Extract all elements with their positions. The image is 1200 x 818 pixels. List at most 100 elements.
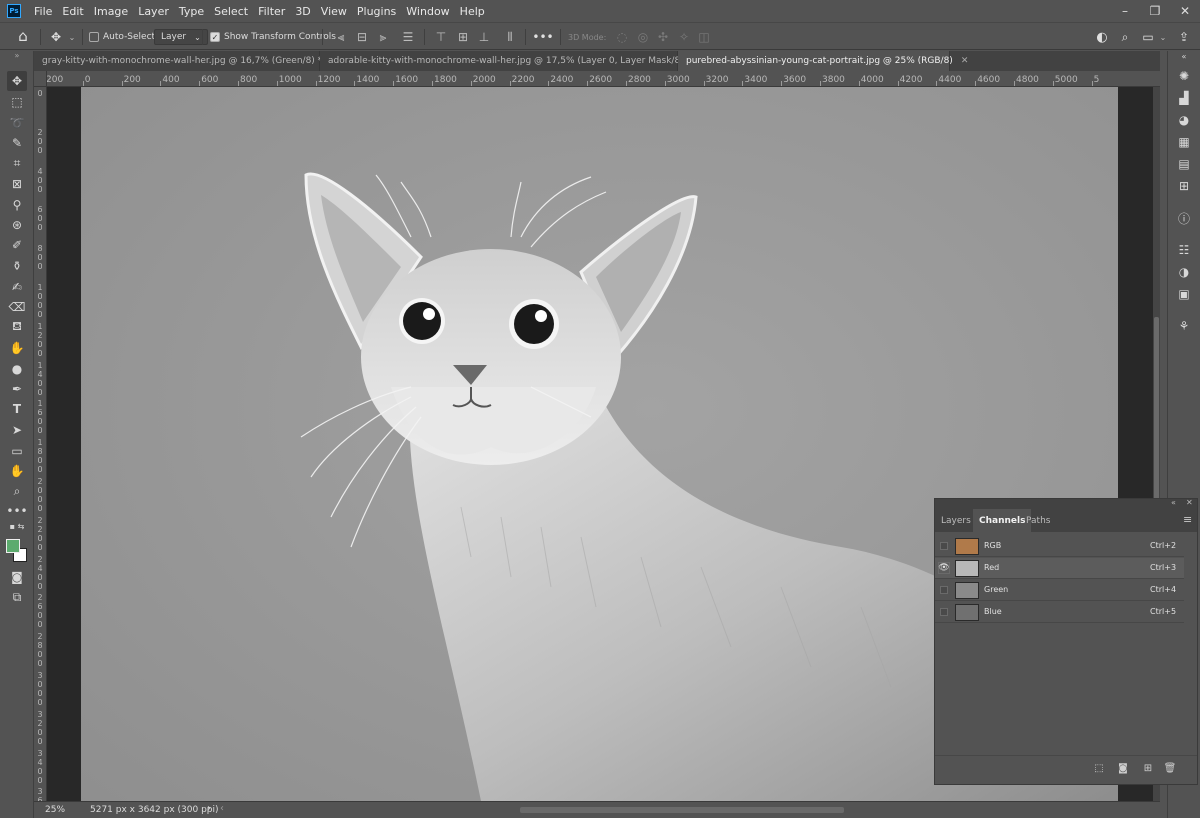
save-selection-icon[interactable]: ◙ <box>1117 762 1129 774</box>
menu-layer[interactable]: Layer <box>133 5 174 18</box>
lasso-tool-icon[interactable]: ➰ <box>7 113 27 133</box>
dodge-tool-icon[interactable]: ● <box>7 359 27 379</box>
channel-row-green[interactable]: Green Ctrl+4 <box>935 580 1184 601</box>
tab-layers[interactable]: Layers <box>935 509 977 532</box>
orbit-3d-icon[interactable]: ◌ <box>614 29 630 45</box>
document-tab-adorable-kitty[interactable]: adorable-kitty-with-monochrome-wall-her.… <box>320 51 707 71</box>
collapse-panel-icon[interactable]: « <box>1174 51 1194 61</box>
quick-mask-icon[interactable]: ◙ <box>7 567 27 587</box>
healing-brush-tool-icon[interactable]: ⊛ <box>7 215 27 235</box>
default-colors-icon[interactable]: ▪ ⇆ <box>7 521 27 531</box>
patterns-icon[interactable]: ⊞ <box>1174 177 1194 195</box>
blur-tool-icon[interactable]: ✋ <box>7 338 27 358</box>
document-tab-abyssinian-cat[interactable]: purebred-abyssinian-young-cat-portrait.j… <box>678 51 968 71</box>
load-selection-icon[interactable]: ⬚ <box>1093 762 1105 774</box>
scale-3d-icon[interactable]: ◫ <box>696 29 712 45</box>
distribute-vertical-icon[interactable]: ☰ <box>400 29 416 45</box>
eraser-tool-icon[interactable]: ⌫ <box>7 297 27 317</box>
paint-bucket-tool-icon[interactable]: ⛾ <box>7 317 27 337</box>
gradients-icon[interactable]: ▤ <box>1174 155 1194 173</box>
align-bottom-icon[interactable]: ⊥ <box>476 29 492 45</box>
rectangle-tool-icon[interactable]: ▭ <box>7 441 27 461</box>
share-user-icon[interactable]: ◐ <box>1094 29 1110 45</box>
ruler-origin[interactable] <box>34 71 47 87</box>
panel-menu-icon[interactable]: ≡ <box>1183 513 1192 526</box>
brush-settings-icon[interactable]: ⚘ <box>1174 317 1194 335</box>
menu-help[interactable]: Help <box>455 5 490 18</box>
brightness-icon[interactable]: ✺ <box>1174 67 1194 85</box>
tab-paths[interactable]: Paths <box>1020 509 1056 532</box>
frame-tool-icon[interactable]: ⊠ <box>7 174 27 194</box>
menu-3d[interactable]: 3D <box>290 5 315 18</box>
chevron-down-icon[interactable]: ⌄ <box>64 29 80 45</box>
chevron-down-icon[interactable]: ⌄ <box>1155 29 1171 45</box>
search-icon[interactable]: ⌕ <box>1117 29 1133 45</box>
distribute-horizontal-icon[interactable]: ⦀ <box>502 29 518 45</box>
auto-select-checkbox[interactable]: Auto-Select: <box>89 28 158 46</box>
chevron-right-icon[interactable]: › <box>207 803 211 814</box>
magic-wand-tool-icon[interactable]: ✎ <box>7 133 27 153</box>
align-vertical-center-icon[interactable]: ⊞ <box>455 29 471 45</box>
menu-edit[interactable]: Edit <box>57 5 88 18</box>
drag-3d-icon[interactable]: ✣ <box>655 29 671 45</box>
zoom-tool-icon[interactable]: ⌕ <box>7 481 27 501</box>
eye-icon[interactable]: 👁 <box>938 562 950 574</box>
slide-3d-icon[interactable]: ✧ <box>676 29 692 45</box>
visibility-toggle[interactable] <box>940 586 948 594</box>
home-icon[interactable]: ⌂ <box>15 27 31 45</box>
clone-stamp-tool-icon[interactable]: ⚱ <box>7 256 27 276</box>
show-transform-controls-checkbox[interactable]: ✓ Show Transform Controls <box>210 28 336 46</box>
history-brush-tool-icon[interactable]: ✍ <box>7 277 27 297</box>
menu-window[interactable]: Window <box>401 5 454 18</box>
align-left-icon[interactable]: ⫷ <box>333 29 349 45</box>
menu-file[interactable]: File <box>29 5 57 18</box>
brush-tool-icon[interactable]: ✐ <box>7 235 27 255</box>
share-icon[interactable]: ⇪ <box>1176 29 1192 45</box>
channel-row-red[interactable]: 👁 Red Ctrl+3 <box>935 558 1184 579</box>
visibility-toggle[interactable] <box>940 608 948 616</box>
new-channel-icon[interactable]: ⊞ <box>1142 762 1154 774</box>
align-top-icon[interactable]: ⊤ <box>433 29 449 45</box>
menu-select[interactable]: Select <box>209 5 253 18</box>
minimize-icon[interactable]: – <box>1110 0 1140 22</box>
roll-3d-icon[interactable]: ◎ <box>635 29 651 45</box>
align-horizontal-center-icon[interactable]: ⊟ <box>354 29 370 45</box>
menu-view[interactable]: View <box>316 5 352 18</box>
move-tool-preset-icon[interactable]: ✥ <box>48 29 64 45</box>
move-tool-icon[interactable]: ✥ <box>7 71 27 91</box>
adjustments-icon[interactable]: ◑ <box>1174 263 1194 281</box>
restore-icon[interactable]: ❐ <box>1140 0 1170 22</box>
crop-tool-icon[interactable]: ⌗ <box>7 153 27 173</box>
histogram-icon[interactable]: ▟ <box>1174 89 1194 107</box>
document-tab-gray-kitty[interactable]: gray-kitty-with-monochrome-wall-her.jpg … <box>34 51 338 71</box>
color-palette-icon[interactable]: ◕ <box>1174 111 1194 129</box>
trash-icon[interactable]: 🗑 <box>1164 762 1177 774</box>
collapse-panel-icon[interactable]: « <box>1171 498 1176 507</box>
menu-plugins[interactable]: Plugins <box>352 5 401 18</box>
vertical-ruler[interactable]: 0 200 400 600 800 1000 1200 1400 1600 1800 2000 220… <box>34 87 47 801</box>
visibility-toggle[interactable] <box>940 542 948 550</box>
layer-dropdown[interactable]: Layer ⌄ <box>154 28 208 46</box>
close-icon[interactable]: ✕ <box>1186 498 1193 507</box>
screen-mode-icon[interactable]: ⧉ <box>7 587 27 607</box>
menu-type[interactable]: Type <box>174 5 209 18</box>
edit-toolbar-icon[interactable]: ••• <box>6 501 27 521</box>
swatches-icon[interactable]: ▦ <box>1174 133 1194 151</box>
zoom-level[interactable]: 25% <box>45 805 65 815</box>
info-icon[interactable]: ⓘ <box>1174 209 1194 227</box>
workspace-icon[interactable]: ▭ <box>1140 29 1156 45</box>
horizontal-ruler[interactable]: 200 0 200 400 600 800 1000 1200 1400 1600 1800 2000… <box>47 71 1160 87</box>
foreground-color-swatch[interactable] <box>6 539 20 553</box>
chevron-left-icon[interactable]: ‹ <box>220 803 224 814</box>
marquee-tool-icon[interactable]: ⬚ <box>7 92 27 112</box>
hand-tool-icon[interactable]: ✋ <box>7 461 27 481</box>
more-options-icon[interactable]: ••• <box>532 29 553 45</box>
libraries-icon[interactable]: ▣ <box>1174 285 1194 303</box>
channel-row-blue[interactable]: Blue Ctrl+5 <box>935 602 1184 623</box>
channel-row-rgb[interactable]: RGB Ctrl+2 <box>935 536 1184 557</box>
menu-filter[interactable]: Filter <box>253 5 290 18</box>
align-right-icon[interactable]: ⫸ <box>375 29 391 45</box>
pen-tool-icon[interactable]: ✒ <box>7 379 27 399</box>
path-selection-tool-icon[interactable]: ➤ <box>7 420 27 440</box>
close-icon[interactable]: ✕ <box>961 56 969 66</box>
